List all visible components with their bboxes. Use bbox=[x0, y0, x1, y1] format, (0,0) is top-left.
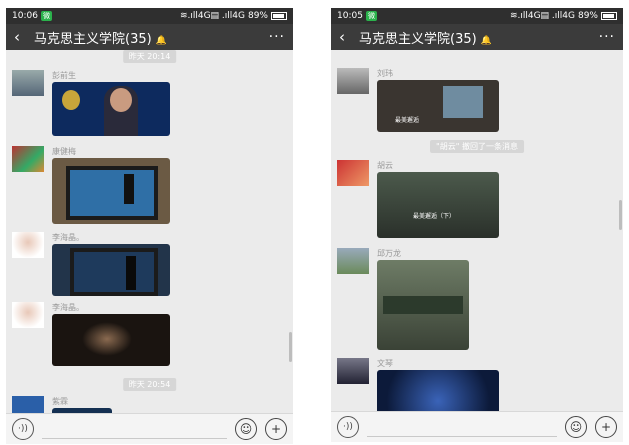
video-caption: 最美邂逅（下） bbox=[413, 213, 456, 220]
voice-icon[interactable]: ·)) bbox=[337, 416, 359, 438]
chat-title: 马克思主义学院(35) 🔔 bbox=[359, 31, 492, 47]
scrollbar[interactable] bbox=[619, 200, 622, 230]
battery-level: 89% bbox=[247, 11, 268, 21]
more-options-icon[interactable]: ··· bbox=[269, 29, 285, 45]
sender-name: 胡云 bbox=[377, 161, 393, 170]
avatar[interactable] bbox=[12, 70, 44, 96]
input-bar: ·)) ☺ + bbox=[331, 411, 623, 442]
chat-header: ‹ 马克思主义学院(35) 🔔 ··· bbox=[6, 24, 293, 50]
plus-icon[interactable]: + bbox=[595, 416, 617, 438]
emoji-icon[interactable]: ☺ bbox=[565, 416, 587, 438]
avatar[interactable] bbox=[337, 358, 369, 384]
status-time: 10:06 bbox=[12, 11, 38, 21]
list-item: 彭前生 bbox=[12, 70, 287, 140]
video-thumbnail[interactable]: 最美邂逅（下） bbox=[377, 172, 499, 238]
video-thumbnail[interactable] bbox=[377, 370, 499, 412]
battery-icon bbox=[271, 12, 287, 20]
wechat-notify-icon: 微 bbox=[365, 11, 377, 21]
wechat-notify-icon: 微 bbox=[40, 11, 52, 21]
video-thumbnail[interactable] bbox=[52, 314, 170, 366]
message-input[interactable] bbox=[367, 418, 557, 437]
list-item: 紫霖 bbox=[12, 396, 287, 414]
list-item: 邱万龙 bbox=[337, 248, 617, 358]
avatar[interactable] bbox=[12, 396, 44, 414]
video-thumbnail[interactable] bbox=[52, 244, 170, 296]
avatar[interactable] bbox=[337, 248, 369, 274]
message-list[interactable]: 刘玮 最美邂逅 "胡云" 撤回了一条消息 胡云 最美邂逅（下） 邱万龙 文琴 bbox=[331, 50, 623, 412]
sender-name: 刘玮 bbox=[377, 69, 393, 78]
video-thumbnail[interactable] bbox=[377, 260, 469, 350]
list-item: 李海晶。 bbox=[12, 232, 287, 298]
status-time: 10:05 bbox=[337, 11, 363, 21]
list-item: 李海晶。 bbox=[12, 302, 287, 372]
signal-icon: ≋.ıll4G▤ .ıll4G bbox=[509, 11, 575, 21]
video-caption: 最美邂逅 bbox=[395, 117, 420, 124]
avatar[interactable] bbox=[337, 160, 369, 186]
status-bar: 10:06 微 ≋.ıll4G▤ .ıll4G 89% bbox=[6, 8, 293, 24]
plus-icon[interactable]: + bbox=[265, 418, 287, 440]
mute-icon: 🔔 bbox=[480, 35, 492, 46]
message-input[interactable] bbox=[42, 420, 227, 439]
sender-name: 李海晶。 bbox=[52, 233, 84, 242]
video-thumbnail[interactable]: 最美邂逅 bbox=[377, 80, 499, 132]
scrollbar[interactable] bbox=[289, 332, 292, 362]
chat-window-left: 10:06 微 ≋.ıll4G▤ .ıll4G 89% ‹ 马克思主义学院(35… bbox=[6, 8, 293, 444]
status-bar: 10:05 微 ≋.ıll4G▤ .ıll4G 89% bbox=[331, 8, 623, 24]
back-arrow-icon[interactable]: ‹ bbox=[339, 28, 359, 46]
sender-name: 邱万龙 bbox=[377, 249, 401, 258]
list-item: 胡云 最美邂逅（下） bbox=[337, 160, 617, 246]
emoji-icon[interactable]: ☺ bbox=[235, 418, 257, 440]
video-thumbnail[interactable] bbox=[52, 158, 170, 224]
battery-level: 89% bbox=[577, 11, 598, 21]
list-item: 康健梅 bbox=[12, 146, 287, 224]
avatar[interactable] bbox=[12, 232, 44, 258]
timestamp-pill: 昨天 20:14 bbox=[122, 50, 177, 63]
list-item: 文琴 bbox=[337, 358, 617, 412]
sender-name: 彭前生 bbox=[52, 71, 76, 80]
video-thumbnail[interactable] bbox=[52, 82, 170, 136]
list-item: 刘玮 最美邂逅 bbox=[337, 68, 617, 140]
sender-name: 李海晶。 bbox=[52, 303, 84, 312]
sender-name: 紫霖 bbox=[52, 397, 68, 406]
emblem-icon bbox=[62, 90, 80, 110]
sender-name: 文琴 bbox=[377, 359, 393, 368]
timestamp-pill: 昨天 20:54 bbox=[122, 378, 177, 391]
back-arrow-icon[interactable]: ‹ bbox=[14, 28, 34, 46]
message-list[interactable]: 昨天 20:14 彭前生 康健梅 李海晶。 李海晶。 昨天 20:54 紫霖 bbox=[6, 50, 293, 414]
mute-icon: 🔔 bbox=[155, 35, 167, 46]
input-bar: ·)) ☺ + bbox=[6, 413, 293, 444]
avatar[interactable] bbox=[337, 68, 369, 94]
more-options-icon[interactable]: ··· bbox=[599, 29, 615, 45]
sender-name: 康健梅 bbox=[52, 147, 76, 156]
battery-icon bbox=[601, 12, 617, 20]
chat-header: ‹ 马克思主义学院(35) 🔔 ··· bbox=[331, 24, 623, 50]
chat-window-right: 10:05 微 ≋.ıll4G▤ .ıll4G 89% ‹ 马克思主义学院(35… bbox=[331, 8, 623, 442]
recall-notice: "胡云" 撤回了一条消息 bbox=[430, 140, 524, 153]
avatar[interactable] bbox=[12, 146, 44, 172]
voice-icon[interactable]: ·)) bbox=[12, 418, 34, 440]
signal-icon: ≋.ıll4G▤ .ıll4G bbox=[179, 11, 245, 21]
avatar[interactable] bbox=[12, 302, 44, 328]
chat-title: 马克思主义学院(35) 🔔 bbox=[34, 31, 167, 47]
